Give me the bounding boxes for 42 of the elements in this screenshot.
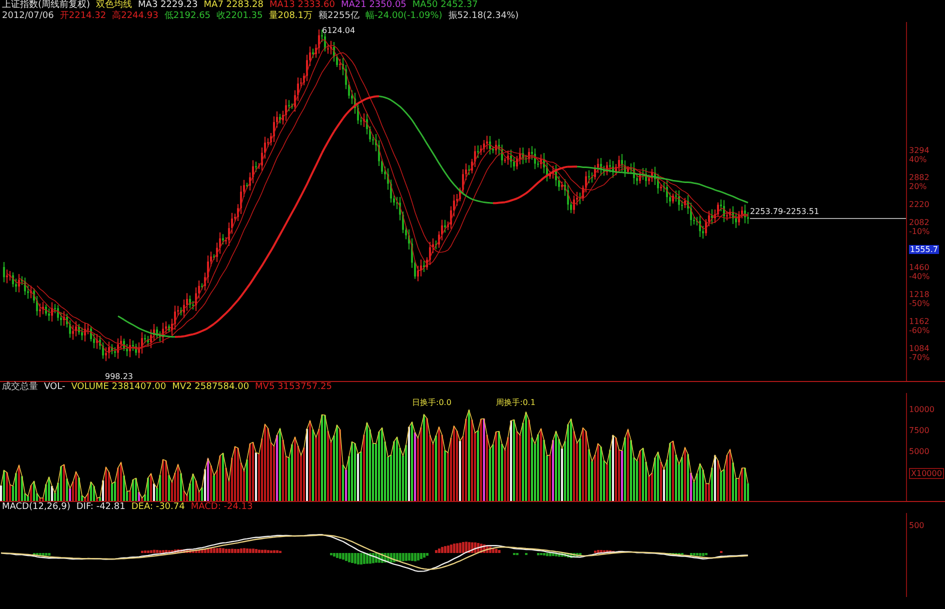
- axis-label: 10000: [909, 405, 934, 414]
- quote-value: 高2244.93: [112, 11, 158, 22]
- quote-value: 2012/07/06: [2, 11, 54, 22]
- moving-average-value: MA13 2333.60: [270, 0, 335, 10]
- unit-label: X10000: [909, 468, 944, 479]
- axis-label: 2220: [909, 200, 930, 209]
- quote-value: 低2192.65: [164, 11, 211, 22]
- quote-value: 额2255亿: [318, 11, 360, 22]
- macd-value: DIF: -42.81: [76, 502, 126, 513]
- moving-average-value: MA3 2229.23: [138, 0, 198, 11]
- turnover-annotation: 日换手:0.0: [412, 397, 452, 408]
- quote-value: 振52.18(2.34%): [448, 11, 519, 22]
- volume-value: VOLUME 2381407.00: [71, 382, 166, 393]
- macd-value: MACD: -24.13: [190, 502, 253, 513]
- volume-value: MV2 2587584.00: [172, 382, 250, 393]
- quote-value: 幅-24.00(-1.09%): [365, 11, 442, 22]
- price-annotation: 998.23: [105, 372, 133, 381]
- axis-label: 500: [909, 521, 924, 530]
- axis-label: 2082 -10%: [909, 218, 930, 236]
- axis-label: 3294 40%: [909, 146, 930, 164]
- volume-value: MV5 3153757.25: [255, 382, 332, 393]
- axis-label: 1218 -50%: [909, 290, 930, 308]
- volume-value: VOL-: [44, 382, 66, 393]
- quote-value: 收2201.35: [216, 11, 263, 22]
- volume-value: 成交总量: [2, 382, 38, 393]
- axis-label: 7500: [909, 426, 930, 435]
- turnover-annotation: 周换手:0.1: [496, 397, 536, 408]
- quote-value: 量208.1万: [268, 11, 313, 22]
- price-annotation: 2253.79-2253.51: [750, 207, 820, 216]
- moving-average-value: MA21 2350.05: [340, 0, 406, 10]
- current-price-label: 1555.7: [909, 245, 939, 254]
- axis-label: 1162 -60%: [909, 317, 930, 335]
- axis-label: 1084 -70%: [909, 344, 930, 362]
- axis-label: 5000: [909, 447, 930, 456]
- price-annotation: 6124.04: [322, 26, 356, 35]
- macd-value: DEA: -30.74: [131, 502, 185, 513]
- quote-value: 开2214.32: [60, 11, 106, 22]
- moving-average-value: MA7 2283.28: [204, 0, 264, 11]
- moving-average-value: MA50 2452.37: [412, 0, 478, 10]
- axis-label: 2882 20%: [909, 173, 930, 191]
- macd-value: MACD(12,26,9): [2, 502, 70, 513]
- axis-label: 1460 -40%: [909, 263, 930, 281]
